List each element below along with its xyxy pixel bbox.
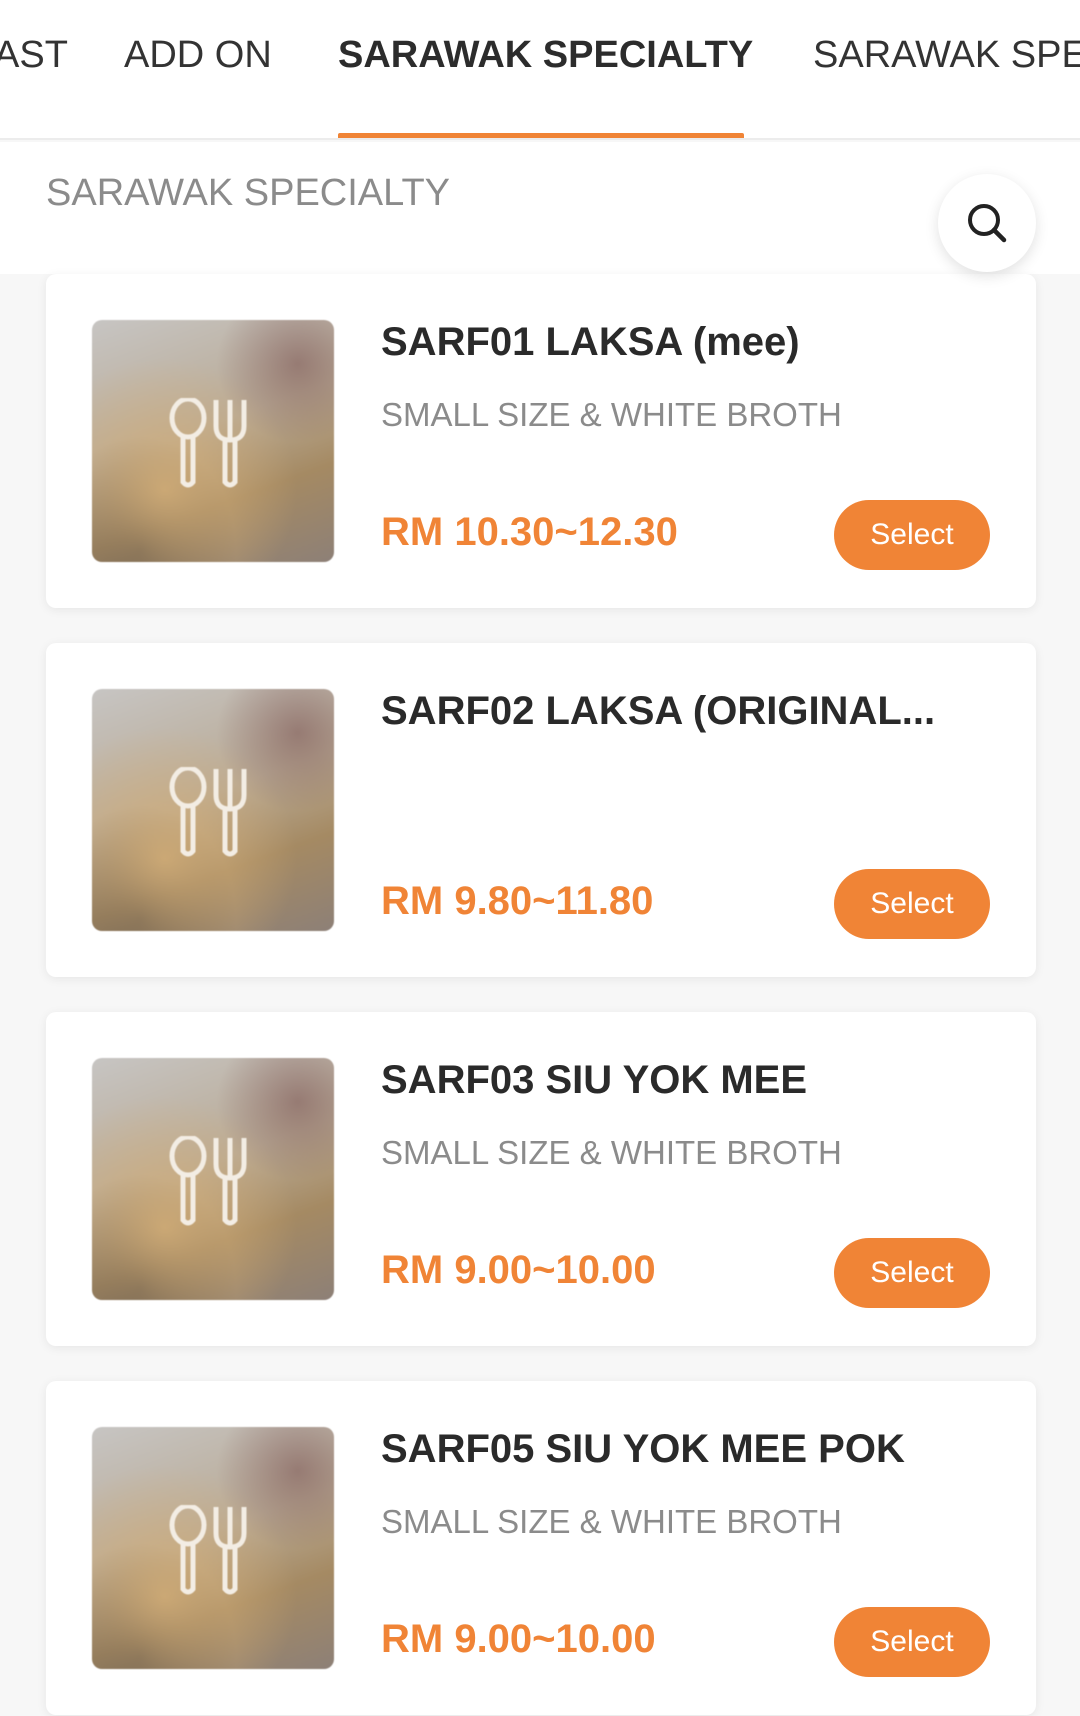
item-price: RM 10.30~12.30 xyxy=(381,510,678,554)
item-image xyxy=(92,1427,334,1669)
search-icon xyxy=(968,204,1007,243)
tab-breakfast[interactable]: AST xyxy=(0,34,68,138)
section-title: SARAWAK SPECIALTY xyxy=(46,172,451,214)
item-name: SARF03 SIU YOK MEE xyxy=(381,1058,808,1102)
tab-sarawak-specialty[interactable]: SARAWAK SPECIALTY xyxy=(338,34,753,138)
utensils-icon xyxy=(169,1505,247,1595)
item-name: SARF02 LAKSA (ORIGINAL... xyxy=(381,689,936,733)
menu-item-card[interactable]: SARF03 SIU YOK MEE SMALL SIZE & WHITE BR… xyxy=(46,1012,1036,1346)
select-button[interactable]: Select xyxy=(834,1607,990,1677)
menu-item-card[interactable]: SARF05 SIU YOK MEE POK SMALL SIZE & WHIT… xyxy=(46,1381,1036,1715)
search-button[interactable] xyxy=(938,174,1036,272)
item-name: SARF05 SIU YOK MEE POK xyxy=(381,1427,905,1471)
item-image xyxy=(92,1058,334,1300)
tab-add-on[interactable]: ADD ON xyxy=(124,34,272,138)
menu-item-card[interactable]: SARF01 LAKSA (mee) SMALL SIZE & WHITE BR… xyxy=(46,274,1036,608)
select-button[interactable]: Select xyxy=(834,1238,990,1308)
active-tab-indicator xyxy=(338,133,744,138)
utensils-icon xyxy=(169,1136,247,1226)
menu-page: AST ADD ON SARAWAK SPECIALTY SARAWAK SPE… xyxy=(0,0,1080,1716)
item-price: RM 9.80~11.80 xyxy=(381,879,654,923)
item-image xyxy=(92,689,334,931)
utensils-icon xyxy=(169,398,247,488)
item-description: SMALL SIZE & WHITE BROTH xyxy=(381,1134,842,1171)
item-price: RM 9.00~10.00 xyxy=(381,1617,656,1661)
select-button[interactable]: Select xyxy=(834,500,990,570)
item-description: SMALL SIZE & WHITE BROTH xyxy=(381,396,842,433)
item-price: RM 9.00~10.00 xyxy=(381,1248,656,1292)
utensils-icon xyxy=(169,767,247,857)
item-image xyxy=(92,320,334,562)
section-header: SARAWAK SPECIALTY xyxy=(0,142,1080,274)
tab-sarawak-specialty-2[interactable]: SARAWAK SPE xyxy=(813,34,1080,138)
category-tab-bar[interactable]: AST ADD ON SARAWAK SPECIALTY SARAWAK SPE xyxy=(0,0,1080,140)
item-description: SMALL SIZE & WHITE BROTH xyxy=(381,1503,842,1540)
menu-item-card[interactable]: SARF02 LAKSA (ORIGINAL... RM 9.80~11.80 … xyxy=(46,643,1036,977)
select-button[interactable]: Select xyxy=(834,869,990,939)
item-name: SARF01 LAKSA (mee) xyxy=(381,320,800,364)
